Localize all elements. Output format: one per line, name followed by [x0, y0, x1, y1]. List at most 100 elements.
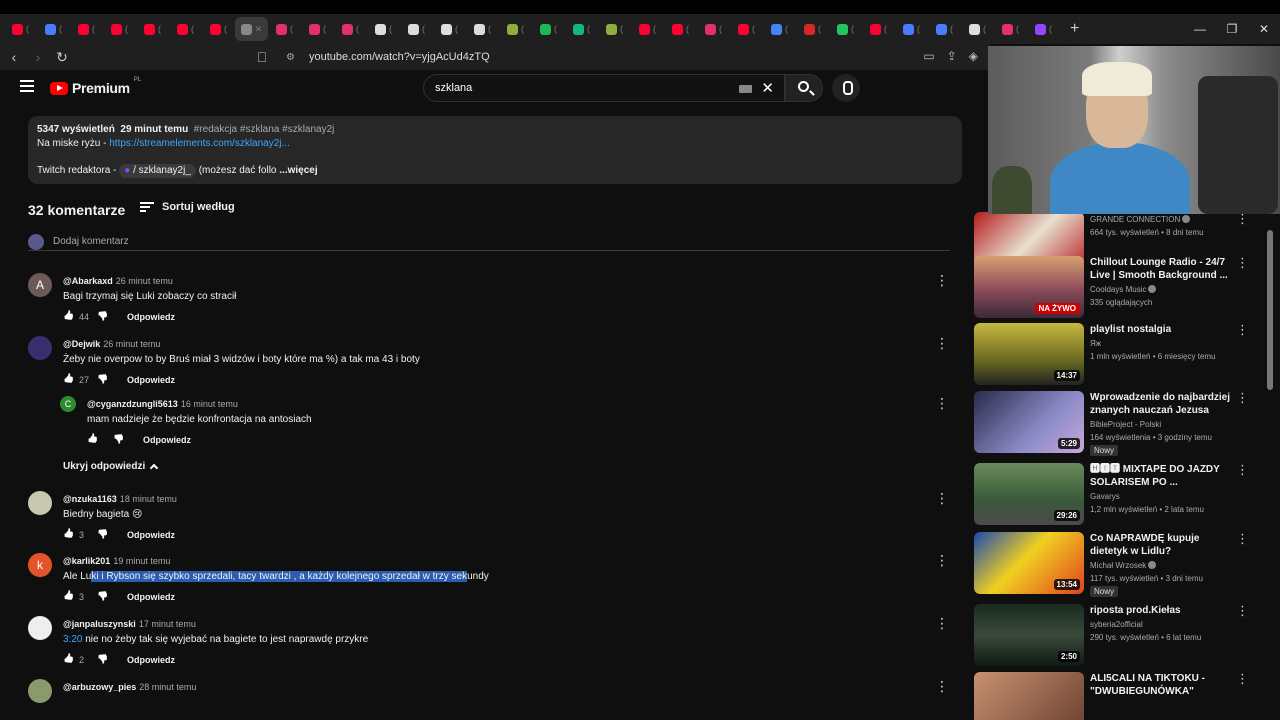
browser-tab[interactable]: ( [928, 17, 961, 41]
video-channel[interactable]: Яж [1090, 339, 1240, 348]
restore-icon[interactable]: ❐ [1216, 22, 1248, 36]
reply-button[interactable]: Odpowiedz [127, 655, 175, 665]
like-icon[interactable] [63, 592, 75, 602]
comment-author[interactable]: @karlik201 [63, 556, 110, 566]
video-title[interactable]: Wprowadzenie do najbardziej znanych nauc… [1090, 391, 1240, 417]
recommended-video[interactable]: 2:50 riposta prod.Kiełas syberia2official 2… [974, 604, 1264, 668]
comment-author[interactable]: @cyganzdzungli5613 [87, 399, 178, 409]
video-title[interactable]: Chillout Lounge Radio - 24/7 Live | Smoo… [1090, 256, 1240, 282]
browser-tab[interactable]: ( [664, 17, 697, 41]
recommended-video[interactable]: NA ŻYWO Chillout Lounge Radio - 24/7 Live… [974, 256, 1264, 320]
video-channel[interactable]: syberia2official [1090, 620, 1240, 629]
add-comment-field[interactable]: Dodaj komentarz [28, 234, 950, 251]
browser-tab[interactable]: ( [631, 17, 664, 41]
comment-avatar[interactable] [28, 616, 52, 640]
share-icon[interactable]: ⇪ [947, 49, 957, 63]
video-options-icon[interactable]: ⋮ [1236, 323, 1249, 336]
browser-tab[interactable]: ( [994, 17, 1027, 41]
video-channel[interactable]: Michał Wrzosek [1090, 561, 1240, 570]
video-options-icon[interactable]: ⋮ [1236, 463, 1249, 476]
voice-search-icon[interactable] [832, 74, 860, 102]
youtube-logo[interactable]: Premium PL [50, 77, 141, 96]
more-options-icon[interactable]: ⋮ [935, 679, 949, 693]
video-options-icon[interactable]: ⋮ [1236, 212, 1249, 225]
clear-search-icon[interactable]: ✕ [761, 79, 774, 97]
reply-button[interactable]: Odpowiedz [143, 435, 191, 445]
video-options-icon[interactable]: ⋮ [1236, 604, 1249, 617]
recommended-video[interactable]: ALI5CALI NA TIKTOKU - "DWUBIEGUNÓWKA" ⋮ [974, 672, 1264, 720]
comment-time[interactable]: 19 minut temu [113, 556, 170, 566]
timestamp-link[interactable]: 3:20 [63, 634, 82, 645]
scrollbar[interactable] [1267, 230, 1273, 390]
brave-shield-icon[interactable]: ◈ [969, 49, 978, 63]
video-thumbnail[interactable]: 2:50 [974, 604, 1084, 666]
browser-tab[interactable]: ( [895, 17, 928, 41]
dislike-icon[interactable] [97, 375, 109, 385]
browser-tab[interactable]: ( [862, 17, 895, 41]
install-app-icon[interactable]: ▭ [923, 49, 934, 63]
video-thumbnail[interactable]: NA ŻYWO [974, 256, 1084, 318]
browser-tab[interactable]: ( [796, 17, 829, 41]
browser-tab[interactable]: ( [136, 17, 169, 41]
browser-tab[interactable]: ( [37, 17, 70, 41]
browser-tab[interactable]: ( [169, 17, 202, 41]
comment-time[interactable]: 26 minut temu [116, 276, 173, 286]
url-field[interactable]: ⚙ youtube.com/watch?v=yjgAcUd4zTQ [286, 51, 490, 63]
recommended-video[interactable]: 13:54 Co NAPRAWDĘ kupuje dietetyk w Lidlu… [974, 532, 1264, 597]
bookmark-icon[interactable]: ⎕ [252, 49, 272, 66]
comment-time[interactable]: 18 minut temu [120, 494, 177, 504]
hide-replies-button[interactable]: Ukryj odpowiedzi [63, 461, 159, 473]
more-options-icon[interactable]: ⋮ [935, 491, 949, 505]
browser-tab[interactable]: ( [763, 17, 796, 41]
comment-author[interactable]: @Abarkaxd [63, 276, 113, 286]
close-window-icon[interactable]: ✕ [1248, 22, 1280, 36]
comment-time[interactable]: 17 minut temu [139, 619, 196, 629]
hashtags[interactable]: #redakcja #szklana #szklanay2j [194, 124, 335, 135]
browser-tab[interactable]: ( [367, 17, 400, 41]
search-box[interactable]: szklana ✕ [423, 74, 785, 102]
menu-icon[interactable] [20, 80, 34, 92]
browser-tab[interactable]: ( [697, 17, 730, 41]
like-icon[interactable] [63, 530, 75, 540]
like-icon[interactable] [63, 312, 75, 322]
like-icon[interactable] [87, 435, 99, 445]
comment-author[interactable]: @arbuzowy_pies [63, 682, 136, 692]
reply-button[interactable]: Odpowiedz [127, 375, 175, 385]
comment-avatar[interactable]: C [60, 396, 76, 412]
video-channel[interactable]: BibleProject - Polski [1090, 420, 1240, 429]
recommended-video[interactable]: 5:29 Wprowadzenie do najbardziej znanych … [974, 391, 1264, 456]
like-icon[interactable] [63, 375, 75, 385]
video-thumbnail[interactable]: 29:26 [974, 463, 1084, 525]
video-channel[interactable]: Cooldays Music [1090, 285, 1240, 294]
video-title[interactable]: Co NAPRAWDĘ kupuje dietetyk w Lidlu? [1090, 532, 1240, 558]
browser-tab[interactable]: ( [4, 17, 37, 41]
more-options-icon[interactable]: ⋮ [935, 396, 949, 410]
close-tab-icon[interactable]: ✕ [255, 24, 263, 35]
new-tab-icon[interactable]: + [1070, 20, 1079, 38]
forward-icon[interactable]: › [28, 49, 48, 65]
comment-author[interactable]: @Dejwik [63, 339, 100, 349]
comment-avatar[interactable] [28, 336, 52, 360]
comment-time[interactable]: 26 minut temu [103, 339, 160, 349]
video-channel[interactable]: GRANDE CONNECTION [1090, 215, 1240, 224]
tip-link[interactable]: https://streamelements.com/szklanay2j... [109, 138, 290, 149]
comment-avatar[interactable]: A [28, 273, 52, 297]
video-options-icon[interactable]: ⋮ [1236, 256, 1249, 269]
browser-tab[interactable]: ✕ [235, 17, 268, 41]
video-description[interactable]: 5347 wyświetleń 29 minut temu #redakcja … [28, 116, 962, 184]
dislike-icon[interactable] [97, 312, 109, 322]
minimize-icon[interactable]: — [1184, 22, 1216, 36]
browser-tab[interactable]: ( [400, 17, 433, 41]
video-thumbnail[interactable]: 13:54 [974, 532, 1084, 594]
more-button[interactable]: ...więcej [279, 165, 317, 176]
reply-button[interactable]: Odpowiedz [127, 530, 175, 540]
dislike-icon[interactable] [97, 530, 109, 540]
dislike-icon[interactable] [113, 435, 125, 445]
like-icon[interactable] [63, 655, 75, 665]
back-icon[interactable]: ‹ [4, 49, 24, 65]
recommended-video[interactable]: 29:26 🅷🅸🆃 MIXTAPE DO JAZDY SOLARISEM PO .… [974, 463, 1264, 527]
browser-tab[interactable]: ( [268, 17, 301, 41]
more-options-icon[interactable]: ⋮ [935, 553, 949, 567]
more-options-icon[interactable]: ⋮ [935, 273, 949, 287]
browser-tab[interactable]: ( [103, 17, 136, 41]
